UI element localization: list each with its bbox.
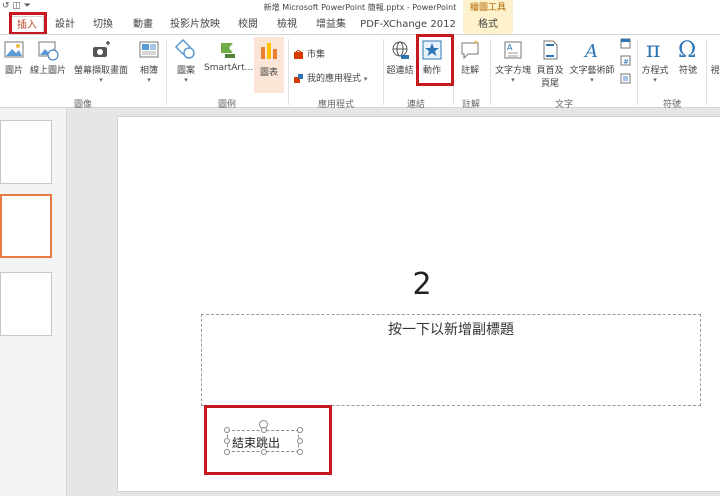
- header-footer-button[interactable]: 頁首及 頁尾: [534, 39, 566, 89]
- slide-number-icon: #: [620, 55, 630, 66]
- tab-design[interactable]: 設計: [50, 16, 80, 34]
- globe-link-icon: [392, 41, 409, 59]
- tab-animations[interactable]: 動畫: [128, 16, 158, 34]
- smartart-button[interactable]: SmartArt...: [204, 39, 253, 73]
- equation-button[interactable]: π 方程式 ▾: [639, 37, 671, 84]
- slide-thumbnail[interactable]: [0, 272, 52, 336]
- omega-symbol-icon: Ω: [678, 38, 696, 61]
- tab-addins[interactable]: 增益集: [310, 16, 352, 34]
- tab-slideshow[interactable]: 投影片放映: [167, 16, 223, 34]
- chevron-down-icon: ▾: [147, 76, 151, 84]
- group-separator: [166, 39, 167, 105]
- store-button[interactable]: 市集: [293, 47, 325, 60]
- photo-album-icon: [139, 41, 159, 58]
- svg-text:Ω: Ω: [678, 38, 696, 61]
- svg-text:π: π: [646, 38, 660, 61]
- group-separator: [490, 39, 491, 105]
- tab-view[interactable]: 檢視: [272, 16, 302, 34]
- online-picture-button[interactable]: 線上圖片: [30, 39, 66, 76]
- group-separator: [706, 39, 707, 105]
- chevron-down-icon: ▾: [653, 76, 657, 84]
- object-button[interactable]: [619, 73, 631, 86]
- wordart-icon: A: [583, 41, 598, 61]
- slide-thumbnail-pane: [0, 108, 67, 496]
- title-bar: ↺ ◫ ⏷ 新增 Microsoft PowerPoint 簡報.pptx - …: [0, 0, 720, 16]
- hyperlink-button[interactable]: 超連結: [385, 39, 415, 76]
- media-button-cutoff[interactable]: 視: [710, 63, 720, 76]
- slide-thumbnail-selected[interactable]: [0, 194, 52, 258]
- group-separator: [288, 39, 289, 105]
- smartart-icon: [221, 43, 235, 58]
- photo-album-button[interactable]: 相簿 ▾: [135, 39, 163, 84]
- svg-text:A: A: [507, 43, 513, 52]
- header-footer-icon: [543, 40, 558, 60]
- slide-thumbnail[interactable]: [0, 120, 52, 184]
- pi-equation-icon: π: [646, 38, 660, 61]
- svg-text:A: A: [583, 41, 598, 61]
- chevron-down-icon: ▾: [511, 76, 515, 84]
- subtitle-placeholder[interactable]: 按一下以新增副標題: [201, 314, 701, 406]
- slide-editor-canvas: 2 按一下以新增副標題 結束跳出: [67, 108, 720, 496]
- shapes-button[interactable]: 圖案 ▾: [170, 39, 202, 84]
- wordart-button[interactable]: A 文字藝術師 ▾: [567, 39, 617, 84]
- chart-icon: [261, 43, 277, 59]
- chevron-down-icon: ▾: [363, 75, 368, 83]
- svg-text:#: #: [623, 58, 629, 66]
- chevron-down-icon: ▾: [590, 76, 594, 84]
- slide-title[interactable]: 2: [118, 267, 720, 302]
- subtitle-placeholder-text: 按一下以新增副標題: [388, 322, 514, 338]
- tab-pdf-xchange[interactable]: PDF-XChange 2012: [359, 16, 457, 34]
- annotation-textbox-highlight: [204, 405, 332, 475]
- textbox-icon: A: [504, 41, 522, 59]
- my-apps-button[interactable]: 我的應用程式 ▾: [293, 71, 367, 84]
- camera-icon: [93, 41, 110, 57]
- date-time-button[interactable]: [619, 38, 631, 51]
- shapes-icon: [175, 39, 195, 59]
- picture-icon: [4, 41, 24, 58]
- tab-review[interactable]: 校閱: [233, 16, 263, 34]
- window-title: 新增 Microsoft PowerPoint 簡報.pptx - PowerP…: [263, 3, 457, 12]
- comment-button[interactable]: 註解: [456, 39, 484, 76]
- textbox-button[interactable]: A 文字方塊 ▾: [492, 39, 534, 84]
- group-separator: [383, 39, 384, 105]
- slide-number-button[interactable]: #: [619, 55, 631, 68]
- chart-button[interactable]: 圖表: [254, 37, 284, 93]
- drawing-tools-context-label: 繪圖工具: [463, 0, 513, 16]
- symbol-button[interactable]: Ω 符號: [674, 37, 702, 76]
- object-icon: [620, 73, 630, 84]
- calendar-icon: [620, 38, 630, 49]
- online-picture-icon: [38, 41, 59, 61]
- group-separator: [637, 39, 638, 105]
- screenshot-button[interactable]: 螢幕擷取畫面 ▾: [70, 39, 132, 84]
- ribbon: 圖片 線上圖片 螢幕擷取畫面 ▾ 相簿 ▾ 圖像 圖案 ▾ SmartArt..…: [0, 34, 720, 110]
- ribbon-tabs: 插入 設計 切換 動畫 投影片放映 校閱 檢視 增益集 PDF-XChange …: [0, 16, 720, 34]
- comment-icon: [461, 40, 479, 60]
- tab-format[interactable]: 格式: [463, 16, 513, 34]
- annotation-insert-tab-highlight: [9, 12, 47, 35]
- annotation-action-button-highlight: [416, 34, 454, 86]
- store-icon: [294, 50, 303, 59]
- tab-transitions[interactable]: 切換: [88, 16, 118, 34]
- chevron-down-icon: ▾: [99, 76, 103, 84]
- chevron-down-icon: ▾: [184, 76, 188, 84]
- my-apps-icon: [294, 74, 303, 83]
- picture-button[interactable]: 圖片: [2, 39, 26, 76]
